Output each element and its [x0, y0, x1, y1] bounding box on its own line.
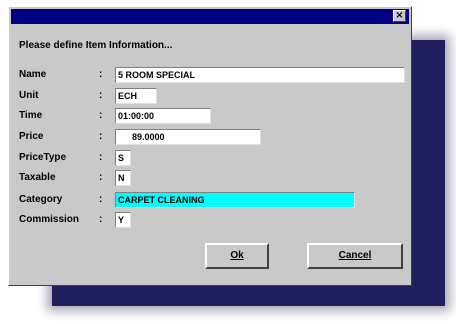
price-type-label: PriceType: [19, 152, 67, 163]
time-field[interactable]: 01:00:00: [115, 108, 211, 124]
name-field[interactable]: 5 ROOM SPECIAL: [115, 67, 405, 83]
price-label: Price: [19, 131, 44, 142]
separator: :: [99, 69, 103, 80]
unit-label: Unit: [19, 90, 39, 101]
separator: :: [99, 214, 103, 225]
price-type-field[interactable]: S: [115, 150, 131, 166]
separator: :: [99, 131, 103, 142]
ok-button[interactable]: Ok: [205, 243, 269, 269]
commission-label: Commission: [19, 214, 80, 225]
separator: :: [99, 194, 103, 205]
close-icon[interactable]: ×: [393, 10, 406, 22]
category-field[interactable]: CARPET CLEANING: [115, 192, 355, 208]
taxable-field[interactable]: N: [115, 170, 131, 186]
dialog-prompt: Please define Item Information...: [19, 40, 173, 51]
title-bar: ×: [11, 9, 409, 24]
separator: :: [99, 110, 103, 121]
separator: :: [99, 90, 103, 101]
unit-field[interactable]: ECH: [115, 88, 157, 104]
price-field[interactable]: 89.0000: [115, 129, 261, 145]
category-label: Category: [19, 194, 63, 205]
cancel-button-label: Cancel: [338, 250, 372, 261]
item-information-dialog: × Please define Item Information... Name…: [8, 6, 412, 286]
taxable-label: Taxable: [19, 172, 56, 183]
separator: :: [99, 172, 103, 183]
name-label: Name: [19, 69, 47, 80]
ok-button-label: Ok: [230, 250, 244, 261]
commission-field[interactable]: Y: [115, 212, 131, 228]
separator: :: [99, 152, 103, 163]
time-label: Time: [19, 110, 43, 121]
cancel-button[interactable]: Cancel: [307, 243, 403, 269]
